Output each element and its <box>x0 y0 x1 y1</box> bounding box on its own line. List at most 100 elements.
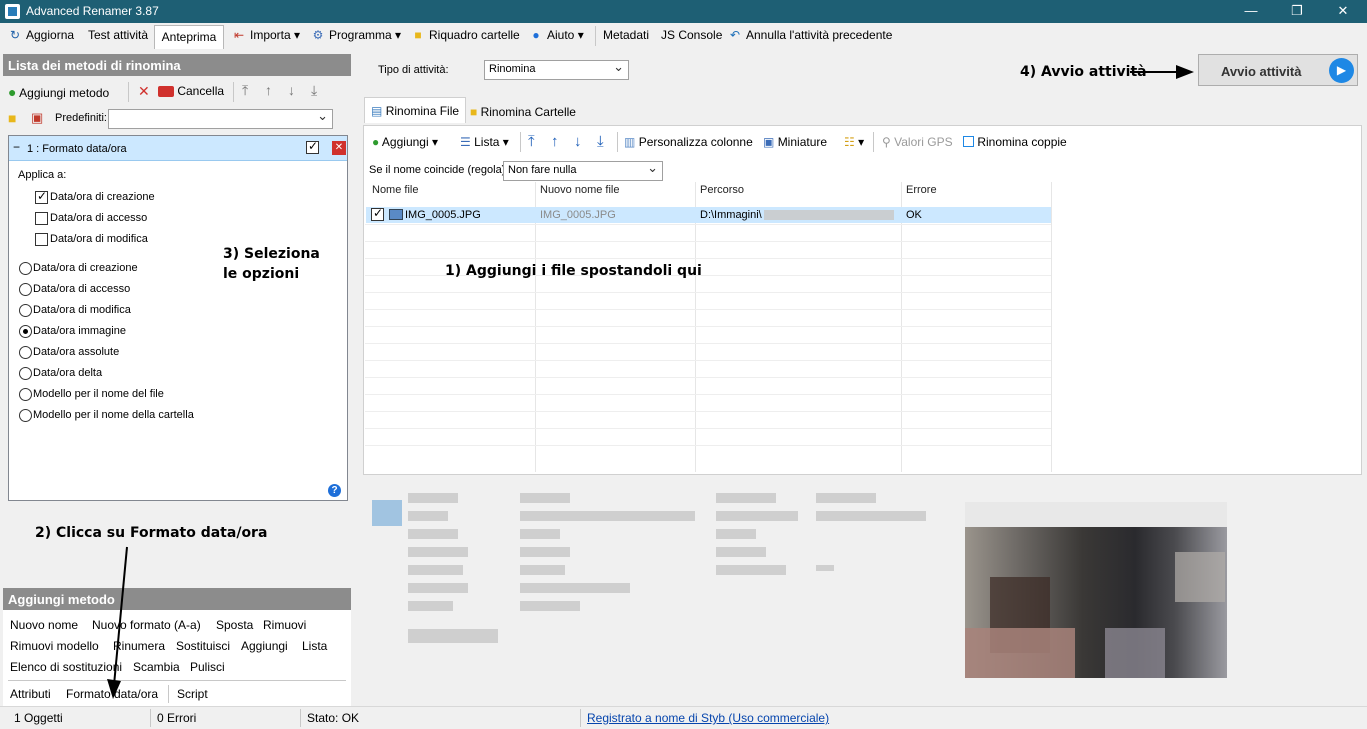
row-checkbox[interactable] <box>371 206 384 221</box>
open-folder-icon[interactable]: ■ <box>8 110 16 126</box>
delete-x-icon[interactable]: ✕ <box>138 83 150 100</box>
list-button[interactable]: ☰ Lista ▾ <box>460 135 509 149</box>
annotation-arrow-step4 <box>1130 65 1194 79</box>
move-bottom-icon[interactable]: ⤓ <box>597 133 604 150</box>
method-list[interactable]: Lista <box>302 639 327 653</box>
presets-label: Predefiniti: <box>55 112 107 124</box>
method-editor: − 1 : Formato data/ora ✕ Applica a: Data… <box>8 135 348 501</box>
toolbar-separator <box>520 132 521 152</box>
method-remove[interactable]: Rimuovi <box>263 618 306 632</box>
method-attributes[interactable]: Attributi <box>10 687 51 701</box>
method-script[interactable]: Script <box>177 687 208 701</box>
method-enabled-checkbox[interactable] <box>306 139 319 154</box>
column-header-newname[interactable]: Nuovo nome file <box>540 184 620 196</box>
column-header-error[interactable]: Errore <box>906 184 937 196</box>
method-move[interactable]: Sposta <box>216 618 253 632</box>
file-list-pane[interactable]: ● Aggiungi ▾ ☰ Lista ▾ ⤒ ↑ ↓ ⤓ ▥ Persona… <box>363 125 1362 475</box>
tab-rename-files[interactable]: ▤ Rinomina File <box>364 97 467 123</box>
method-new-name[interactable]: Nuovo nome <box>10 618 78 632</box>
grid-line <box>365 343 1051 344</box>
minimize-icon[interactable]: — <box>1228 0 1274 23</box>
import-icon: ⇤ <box>233 28 245 42</box>
thumbnails-button[interactable]: ▣ Miniature <box>763 135 827 149</box>
file-info-icon <box>372 500 402 526</box>
method-swap[interactable]: Scambia <box>133 660 180 674</box>
radio-label: Modello per il nome del file <box>33 388 164 400</box>
move-down-icon[interactable]: ↓ <box>288 82 295 98</box>
metadata-button[interactable]: Metadati <box>603 28 649 42</box>
row-filename: IMG_0005.JPG <box>405 209 481 221</box>
help-menu[interactable]: ● Aiuto ▾ <box>529 28 583 42</box>
creation-date-checkbox[interactable] <box>35 189 48 204</box>
js-console-button[interactable]: JS Console <box>661 28 722 42</box>
move-up-icon[interactable]: ↑ <box>265 82 272 98</box>
status-separator <box>580 709 581 727</box>
view-options-button[interactable]: ☷ ▾ <box>844 135 864 149</box>
undo-button[interactable]: ↶ Annulla l'attività precedente <box>728 28 892 42</box>
move-up-icon[interactable]: ↑ <box>551 133 559 150</box>
method-clean[interactable]: Pulisci <box>190 660 225 674</box>
move-down-icon[interactable]: ↓ <box>574 133 582 150</box>
access-date-checkbox[interactable] <box>35 212 48 225</box>
toolbar-separator <box>873 132 874 152</box>
move-top-icon[interactable]: ⤒ <box>242 82 248 99</box>
status-bar: 1 Oggetti 0 Errori Stato: OK Registrato … <box>0 706 1367 729</box>
radio-foldername-pattern[interactable] <box>19 409 32 422</box>
move-bottom-icon[interactable]: ⤓ <box>311 82 317 99</box>
program-menu[interactable]: ⚙ Programma ▾ <box>311 28 401 42</box>
test-task-button[interactable]: Test attività <box>88 28 148 42</box>
folder-panel-button[interactable]: ■ Riquadro cartelle <box>411 28 519 42</box>
plus-circle-icon: ● <box>8 84 17 100</box>
save-icon[interactable]: ▣ <box>31 110 43 126</box>
radio-delta-date[interactable] <box>19 367 32 380</box>
window-title: Advanced Renamer 3.87 <box>26 4 159 18</box>
radio-label: Data/ora di creazione <box>33 262 138 274</box>
maximize-icon[interactable]: ❐ <box>1274 0 1320 23</box>
annotation-step1: 1) Aggiungi i file spostandoli qui <box>445 263 702 279</box>
presets-dropdown[interactable] <box>108 108 333 129</box>
radio-image-date[interactable] <box>19 325 32 338</box>
modified-date-checkbox[interactable] <box>35 233 48 246</box>
method-title: 1 : Formato data/ora <box>27 143 127 155</box>
radio-access-date[interactable] <box>19 283 32 296</box>
customize-columns-button[interactable]: ▥ Personalizza colonne <box>624 135 753 149</box>
gps-values-button[interactable]: ⚲ Valori GPS <box>882 135 953 149</box>
add-files-button[interactable]: ● Aggiungi ▾ <box>372 135 438 149</box>
grid-line <box>365 394 1051 395</box>
rename-pairs-button[interactable]: Rinomina coppie <box>963 135 1067 149</box>
radio-filename-pattern[interactable] <box>19 388 32 401</box>
registration-link[interactable]: Registrato a nome di Styb (Uso commercia… <box>587 711 829 725</box>
radio-creation-date[interactable] <box>19 262 32 275</box>
task-type-dropdown[interactable]: Rinomina <box>484 59 629 80</box>
method-add[interactable]: Aggiungi <box>241 639 288 653</box>
row-error: OK <box>906 209 922 221</box>
method-header[interactable]: − 1 : Formato data/ora ✕ <box>9 136 347 161</box>
radio-label: Data/ora di accesso <box>33 283 131 295</box>
radio-modified-date[interactable] <box>19 304 32 317</box>
add-method-button[interactable]: ● Aggiungi metodo <box>8 84 109 100</box>
import-menu[interactable]: ⇤ Importa ▾ <box>232 28 300 42</box>
move-top-icon[interactable]: ⤒ <box>528 133 535 150</box>
add-method-panel-header: Aggiungi metodo <box>3 588 351 610</box>
start-task-button[interactable]: Avvio attività ▶ <box>1198 54 1358 86</box>
image-icon: ▣ <box>763 135 775 149</box>
delete-button[interactable]: Cancella <box>158 84 224 98</box>
collision-dropdown[interactable]: Non fare nulla <box>503 160 663 181</box>
collapse-icon[interactable]: − <box>13 140 20 154</box>
location-pin-icon: ⚲ <box>882 135 891 149</box>
method-replace[interactable]: Sostituisci <box>176 639 230 653</box>
column-header-filename[interactable]: Nome file <box>372 184 418 196</box>
help-icon[interactable]: ? <box>328 484 341 497</box>
refresh-button[interactable]: ↻ Aggiorna <box>8 28 74 42</box>
status-state: Stato: OK <box>307 711 360 725</box>
method-remove-pattern[interactable]: Rimuovi modello <box>10 639 99 653</box>
preview-toggle[interactable]: Anteprima <box>154 25 224 49</box>
remove-method-icon[interactable]: ✕ <box>332 141 346 155</box>
close-icon[interactable]: ✕ <box>1320 0 1366 23</box>
radio-absolute-date[interactable] <box>19 346 32 359</box>
tab-rename-folders[interactable]: ■ Rinomina Cartelle <box>464 99 582 125</box>
column-header-path[interactable]: Percorso <box>700 184 744 196</box>
table-row[interactable]: IMG_0005.JPG IMG_0005.JPG D:\Immagini\ O… <box>366 206 1051 223</box>
undo-icon: ↶ <box>729 28 741 42</box>
toolbar-separator <box>128 82 129 102</box>
